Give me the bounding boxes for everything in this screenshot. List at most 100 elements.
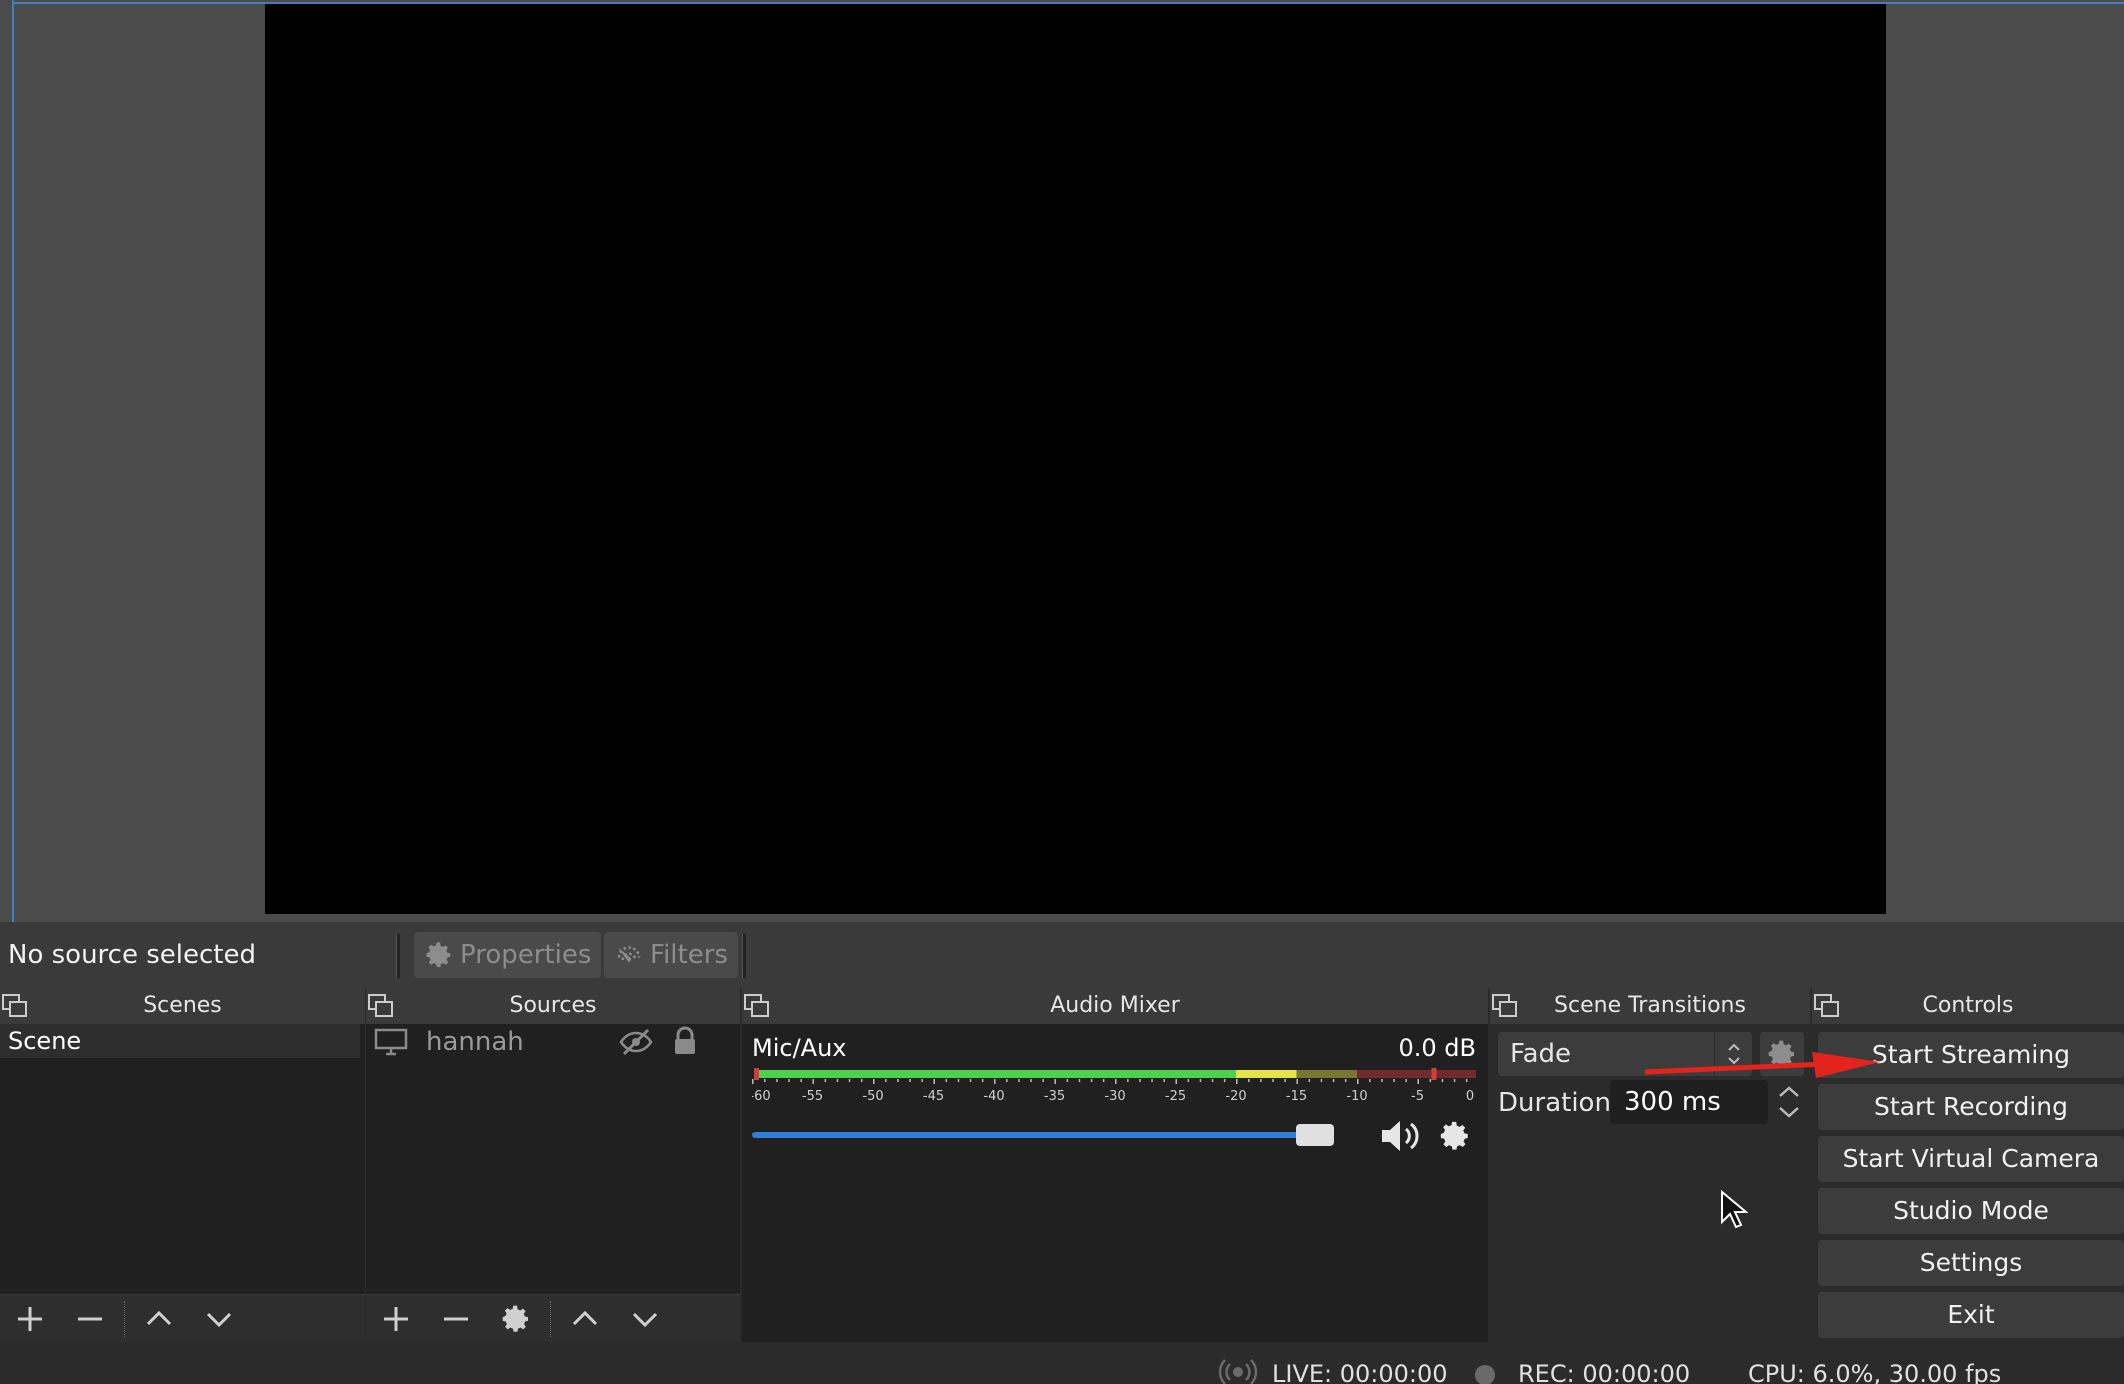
scenes-title-label: Scenes xyxy=(143,993,222,1018)
properties-label: Properties xyxy=(460,940,592,970)
volume-slider[interactable] xyxy=(752,1122,1334,1150)
live-timer: LIVE: 00:00:00 xyxy=(1272,1360,1448,1384)
toolbar-separator xyxy=(550,1300,551,1337)
controls-title-label: Controls xyxy=(1922,993,2014,1018)
scene-list-item[interactable]: Scene xyxy=(0,1024,360,1058)
meter-tick-mark xyxy=(1260,1079,1262,1082)
scenes-list[interactable]: Scene xyxy=(0,1024,365,1294)
volume-meter xyxy=(752,1068,1476,1084)
filters-label: Filters xyxy=(650,940,728,970)
sources-dock-title[interactable]: Sources xyxy=(366,988,740,1024)
source-label: hannah xyxy=(426,1027,524,1057)
chevron-up-icon xyxy=(146,1310,172,1325)
preview-border-left xyxy=(12,0,14,922)
meter-tick-mark xyxy=(1248,1079,1250,1082)
context-bar: No source selected Properties Filters xyxy=(0,922,2124,988)
dock-float-icon[interactable] xyxy=(2,994,28,1018)
mic-aux-label: Mic/Aux xyxy=(752,1034,847,1062)
meter-tick-mark xyxy=(1308,1079,1311,1082)
scene-transitions-dock-title[interactable]: Scene Transitions xyxy=(1490,988,1810,1024)
exit-button[interactable]: Exit xyxy=(1818,1292,2124,1338)
add-source-button[interactable] xyxy=(366,1295,426,1343)
meter-tick-mark xyxy=(1441,1079,1444,1082)
meter-tick-mark xyxy=(1163,1079,1165,1082)
start-virtual-camera-button[interactable]: Start Virtual Camera xyxy=(1818,1136,2124,1182)
remove-scene-button[interactable] xyxy=(60,1295,120,1343)
dock-float-icon[interactable] xyxy=(368,994,394,1018)
sources-title-label: Sources xyxy=(509,993,597,1018)
meter-tick-mark xyxy=(969,1079,972,1082)
meter-tick-label: 0 xyxy=(1466,1089,1474,1104)
move-scene-down-button[interactable] xyxy=(189,1295,249,1343)
meter-tick-mark xyxy=(788,1079,790,1082)
context-divider xyxy=(396,934,400,978)
meter-tick-mark xyxy=(1381,1079,1383,1082)
meter-tick-mark xyxy=(776,1079,778,1082)
audio-mixer-title-label: Audio Mixer xyxy=(1050,993,1180,1018)
dock-float-icon[interactable] xyxy=(1492,994,1518,1018)
settings-button[interactable]: Settings xyxy=(1818,1240,2124,1286)
meter-tick-label: -25 xyxy=(1165,1089,1186,1104)
preview-area[interactable] xyxy=(0,0,2124,922)
gear-icon[interactable] xyxy=(1438,1118,1472,1154)
gear-icon xyxy=(502,1305,528,1332)
meter-tick-mark xyxy=(1127,1079,1129,1082)
move-source-down-button[interactable] xyxy=(615,1295,675,1343)
audio-mixer-dock-title[interactable]: Audio Mixer xyxy=(742,988,1488,1024)
meter-tick-mark xyxy=(957,1079,960,1082)
meter-tick-mark xyxy=(1018,1079,1020,1082)
red-annotation-arrow xyxy=(1644,1052,1880,1078)
meter-tick-mark xyxy=(981,1079,984,1082)
scenes-toolbar xyxy=(0,1294,365,1342)
source-list-item[interactable]: hannah xyxy=(366,1024,740,1060)
add-scene-button[interactable] xyxy=(0,1295,60,1343)
meter-tick-mark xyxy=(836,1079,839,1082)
meter-tick-mark xyxy=(1453,1079,1456,1082)
meter-tick-mark xyxy=(860,1079,863,1082)
meter-tick-label: -55 xyxy=(802,1089,823,1104)
no-source-label: No source selected xyxy=(8,940,256,970)
meter-tick-mark xyxy=(1465,1079,1468,1082)
display-icon xyxy=(374,1028,408,1056)
scene-transitions-title-label: Scene Transitions xyxy=(1554,993,1746,1018)
meter-tick-label: -45 xyxy=(923,1089,944,1104)
meter-tick-mark xyxy=(1042,1079,1044,1082)
remove-source-button[interactable] xyxy=(426,1295,486,1343)
lock-icon[interactable] xyxy=(672,1026,698,1056)
meter-tick-mark xyxy=(1405,1079,1407,1082)
studio-mode-button[interactable]: Studio Mode xyxy=(1818,1188,2124,1234)
meter-tick-mark xyxy=(824,1079,827,1082)
controls-dock-title[interactable]: Controls xyxy=(1812,988,2124,1024)
filters-button[interactable]: Filters xyxy=(604,932,738,978)
source-properties-button[interactable] xyxy=(486,1295,546,1343)
meter-tick-mark xyxy=(1284,1079,1286,1082)
chevron-down-icon xyxy=(632,1312,658,1327)
preview-canvas[interactable] xyxy=(265,4,1886,914)
properties-button[interactable]: Properties xyxy=(414,932,602,978)
move-scene-up-button[interactable] xyxy=(129,1295,189,1343)
eye-hidden-icon[interactable] xyxy=(618,1028,654,1056)
meter-tick-mark xyxy=(1006,1079,1008,1082)
filter-icon xyxy=(617,946,641,963)
status-bar: LIVE: 00:00:00 REC: 00:00:00 CPU: 6.0%, … xyxy=(0,1342,2124,1384)
scenes-dock-title[interactable]: Scenes xyxy=(0,988,365,1024)
move-source-up-button[interactable] xyxy=(555,1295,615,1343)
meter-tick-mark xyxy=(1090,1079,1093,1082)
audio-mixer-panel: Mic/Aux 0.0 dB -60-55-50-45-40-35-30-25-… xyxy=(742,1024,1488,1342)
plus-icon xyxy=(18,1306,42,1331)
meter-yellow-dim-segment xyxy=(1296,1070,1357,1078)
meter-tick-label: -35 xyxy=(1044,1089,1065,1104)
speaker-icon[interactable] xyxy=(1380,1118,1424,1154)
dock-float-icon[interactable] xyxy=(1814,994,1840,1018)
toolbar-separator xyxy=(124,1300,125,1337)
sources-list[interactable]: hannah xyxy=(366,1024,740,1294)
cpu-fps-readout: CPU: 6.0%, 30.00 fps xyxy=(1748,1360,2002,1384)
volume-slider-track[interactable] xyxy=(752,1132,1334,1138)
broadcast-icon xyxy=(1218,1359,1258,1384)
dock-float-icon[interactable] xyxy=(744,994,770,1018)
volume-slider-handle[interactable] xyxy=(1296,1124,1334,1146)
meter-tick-mark xyxy=(885,1079,887,1082)
meter-tick-mark xyxy=(1320,1079,1323,1082)
start-recording-button[interactable]: Start Recording xyxy=(1818,1084,2124,1130)
meter-tick-mark xyxy=(1199,1079,1202,1082)
